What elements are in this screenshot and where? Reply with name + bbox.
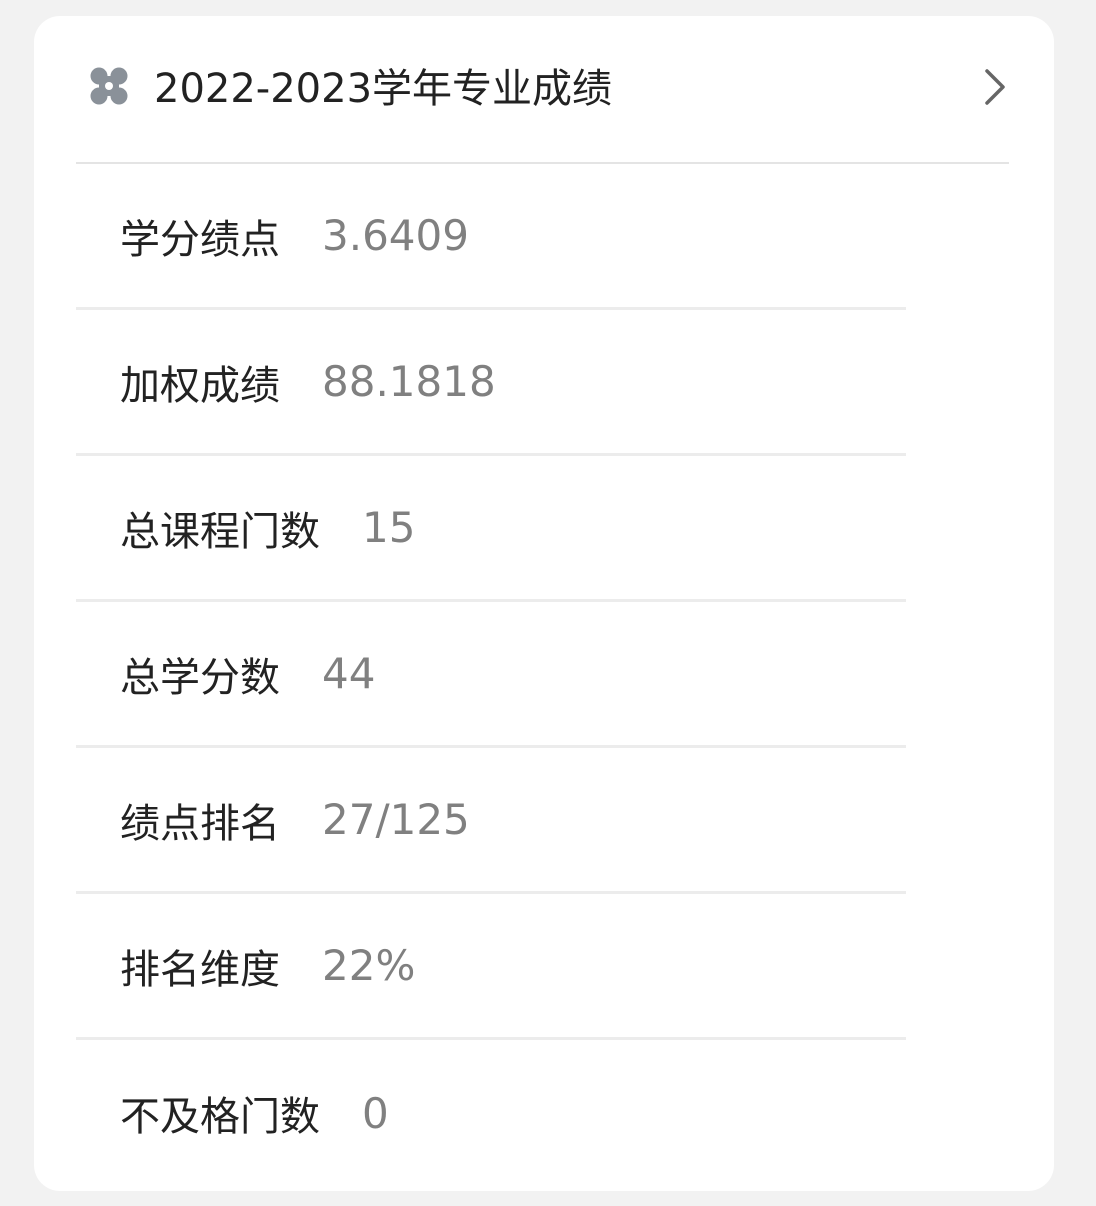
grid-dots-icon <box>90 67 128 105</box>
stat-label: 学分绩点 <box>120 216 280 263</box>
stat-value: 88.1818 <box>322 357 496 406</box>
card-title: 2022-2023学年专业成绩 <box>154 66 613 112</box>
stat-label: 总课程门数 <box>120 508 320 555</box>
score-card: 2022-2023学年专业成绩 学分绩点 3.6409 加权成绩 88.1818… <box>34 16 1054 1191</box>
stat-label: 排名维度 <box>120 946 280 993</box>
stat-value: 27/125 <box>322 795 470 844</box>
card-header[interactable]: 2022-2023学年专业成绩 <box>76 16 1009 164</box>
stat-value: 15 <box>362 503 416 552</box>
stat-row-rank-percentile: 排名维度 22% <box>76 894 906 1040</box>
chevron-right-icon[interactable] <box>979 65 1009 109</box>
stat-label: 不及格门数 <box>120 1094 320 1140</box>
stat-row-course-count: 总课程门数 15 <box>76 456 906 602</box>
stat-row-gpa: 学分绩点 3.6409 <box>76 164 906 310</box>
stat-value: 0 <box>362 1088 389 1138</box>
stat-row-gpa-rank: 绩点排名 27/125 <box>76 748 906 894</box>
stat-row-total-credits: 总学分数 44 <box>76 602 906 748</box>
stat-row-weighted-score: 加权成绩 88.1818 <box>76 310 906 456</box>
stat-label: 绩点排名 <box>120 800 280 847</box>
stat-value: 44 <box>322 649 376 698</box>
stat-label: 加权成绩 <box>120 362 280 409</box>
stat-label: 总学分数 <box>120 654 280 701</box>
stat-row-failed-count: 不及格门数 0 <box>76 1040 906 1186</box>
stat-value: 3.6409 <box>322 211 469 260</box>
stat-value: 22% <box>322 941 416 990</box>
stats-list: 学分绩点 3.6409 加权成绩 88.1818 总课程门数 15 总学分数 4… <box>76 164 906 1186</box>
